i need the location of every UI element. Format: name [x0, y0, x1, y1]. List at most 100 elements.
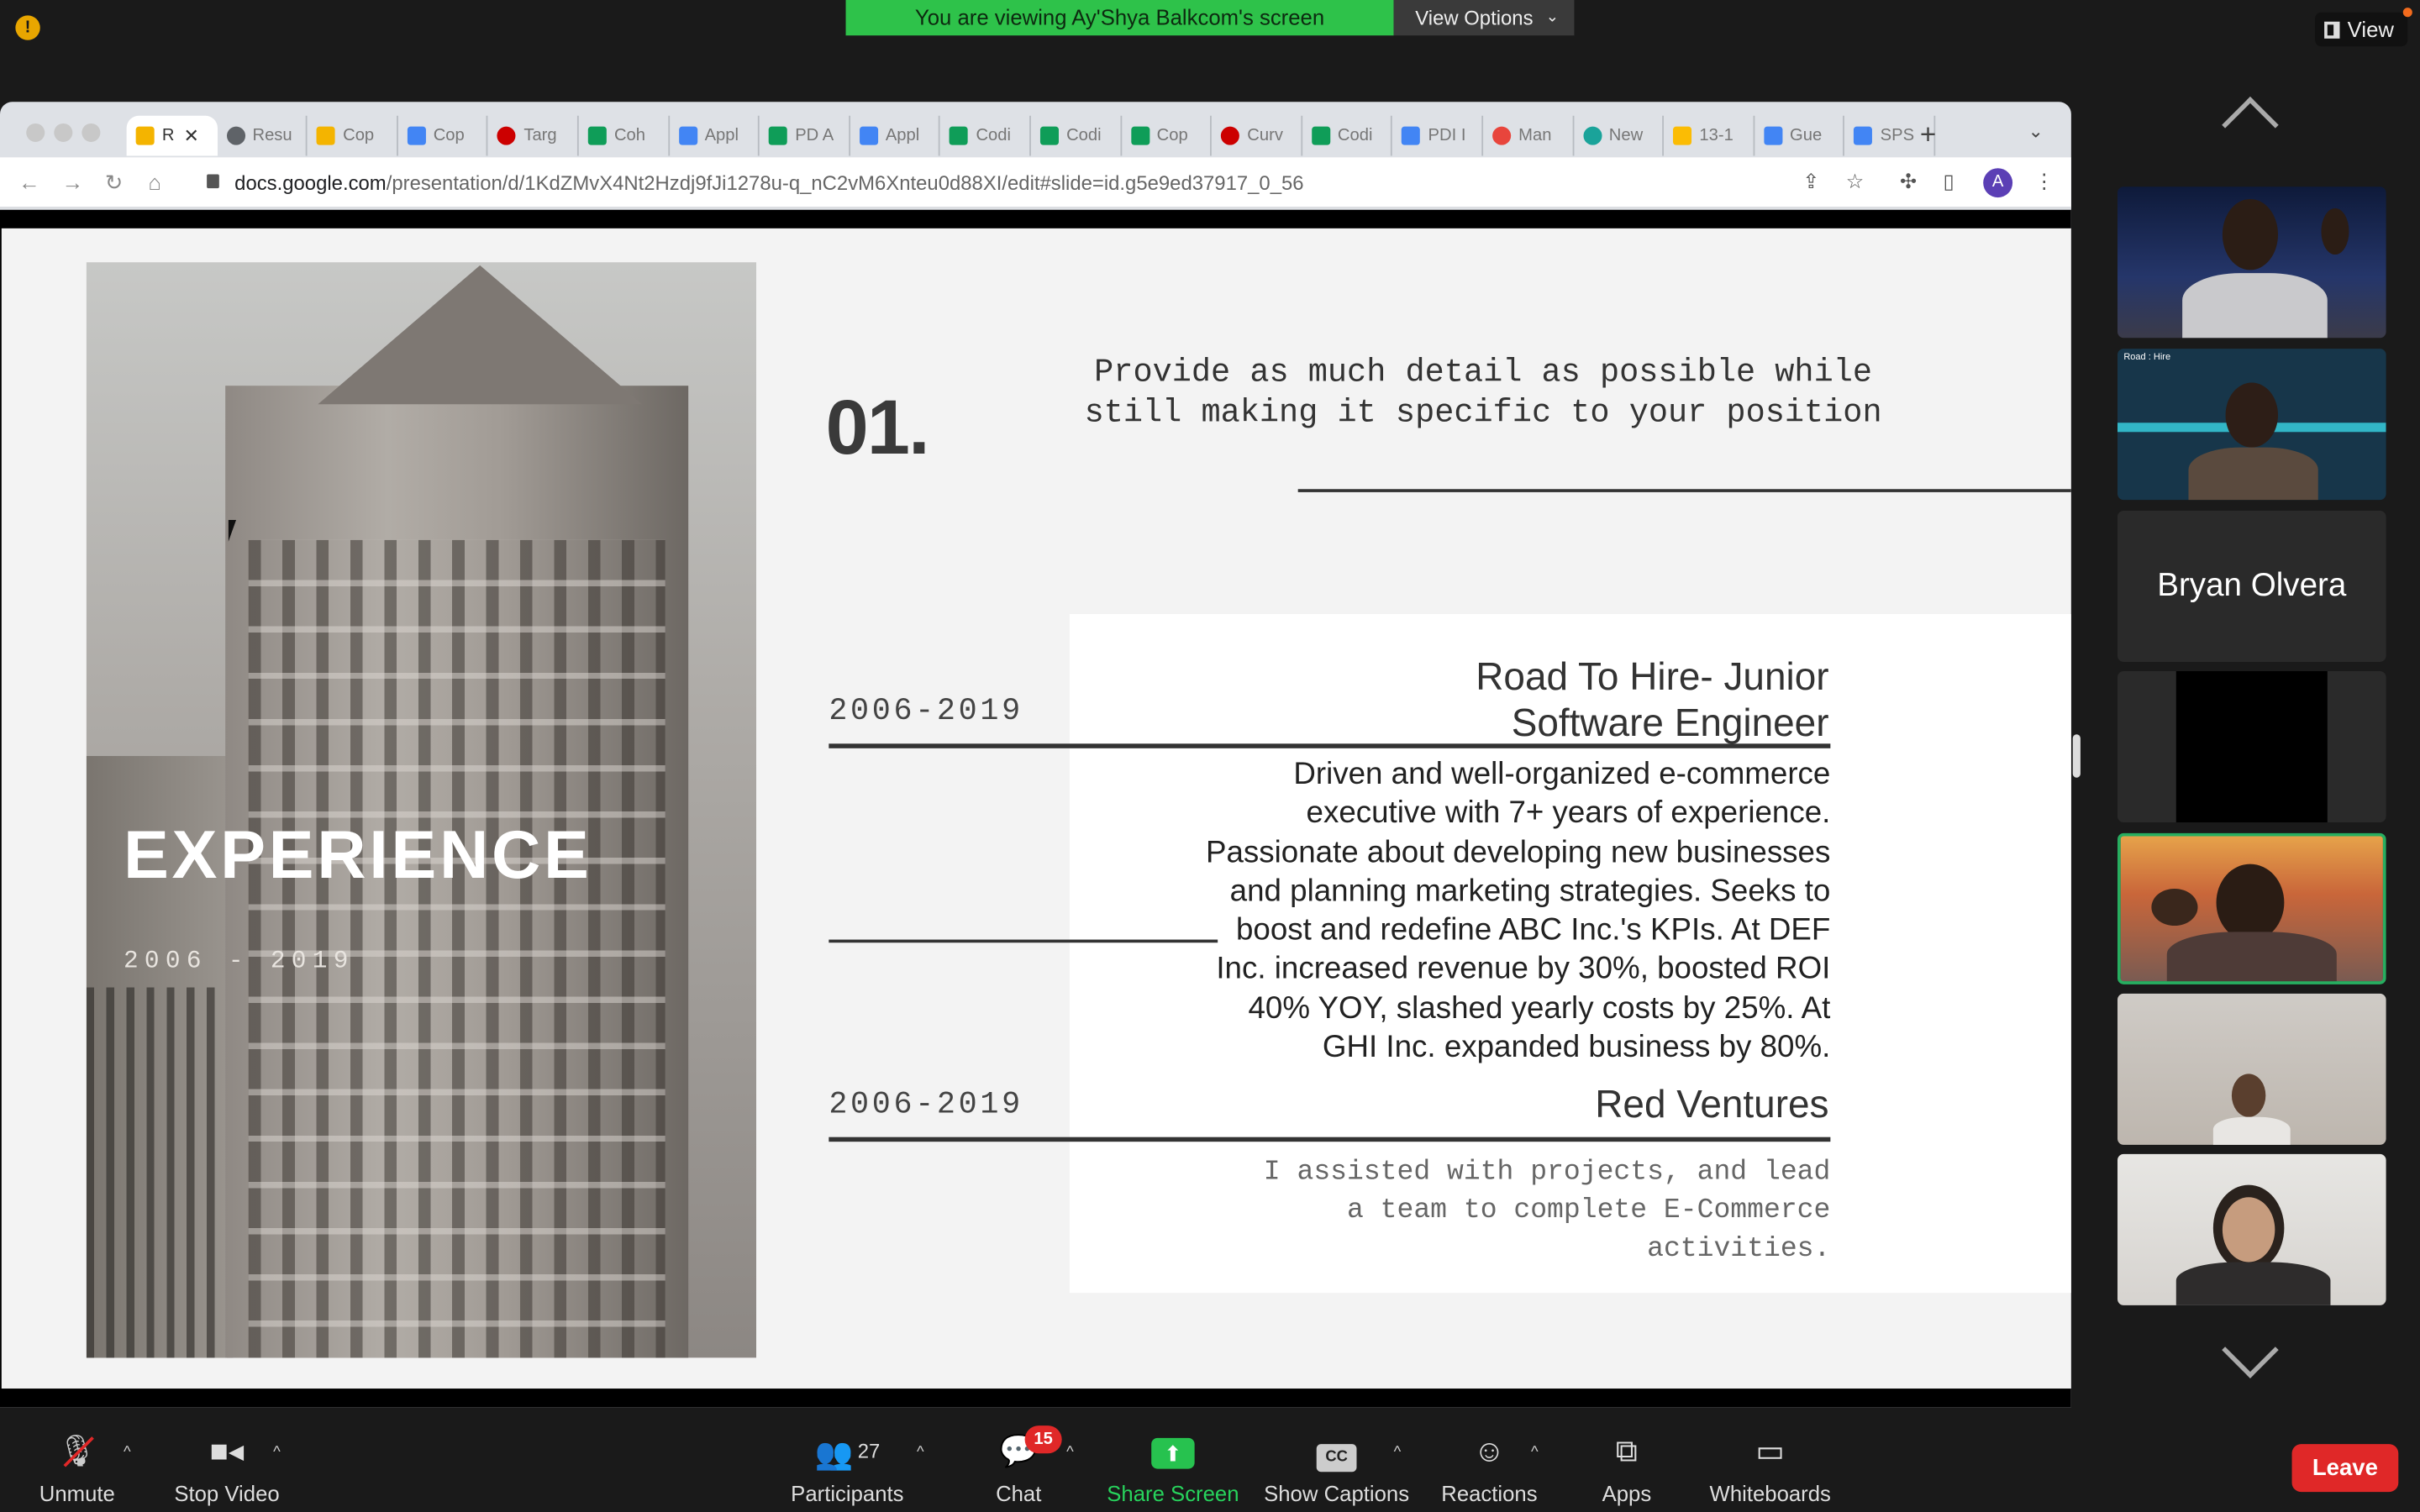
browser-menu-icon[interactable]: ⋮ [2034, 170, 2054, 194]
browser-tab[interactable]: New [1574, 115, 1665, 156]
browser-tab[interactable]: Appl [669, 115, 760, 156]
building-photo: EXPERIENCE 2006 - 2019 [86, 262, 756, 1358]
participant-name-tile[interactable]: Bryan Olvera [2117, 510, 2386, 662]
left-building-columns [86, 987, 234, 1358]
whiteboards-button[interactable]: ▭ Whiteboards [1704, 1431, 1837, 1505]
split-handle[interactable] [2072, 734, 2081, 778]
close-tab-icon[interactable]: ✕ [183, 125, 198, 147]
sheets-green-icon [1130, 126, 1150, 145]
lock-icon [207, 174, 219, 189]
tab-label: Coh [613, 126, 646, 145]
browser-tab[interactable]: Appl [850, 115, 941, 156]
participants-options-caret-icon[interactable]: ^ [917, 1444, 924, 1461]
slide: EXPERIENCE 2006 - 2019 01. Provide as mu… [1, 228, 2071, 1389]
leave-meeting-button[interactable]: Leave [2291, 1444, 2399, 1493]
shared-browser-window: R ✕ Resu Cop Cop Targ Coh Appl PD A Appl Codi Codi C… [0, 102, 2071, 1408]
view-options-button[interactable]: View Options ⌄ [1393, 0, 1575, 36]
browser-tab[interactable]: Curv [1212, 115, 1302, 156]
extensions-puzzle-icon[interactable]: ✣ [1900, 170, 1917, 194]
chevron-down-icon: ⌄ [1545, 9, 1560, 27]
home-icon[interactable]: ⌂ [148, 170, 161, 194]
browser-tab[interactable]: Resu [217, 115, 308, 156]
tab-label: Cop [433, 126, 465, 145]
security-shield-icon[interactable]: ! [15, 15, 40, 40]
apps-icon: ⧉ [1615, 1435, 1639, 1469]
browser-tab[interactable]: R ✕ [126, 115, 218, 156]
browser-tab[interactable]: Codi [1302, 115, 1393, 156]
browser-tab[interactable]: Man [1483, 115, 1574, 156]
tab-label: Targ [523, 126, 557, 145]
browser-tab[interactable]: Gue [1754, 115, 1845, 156]
profile-avatar[interactable]: A [1983, 168, 2013, 198]
url-path: /presentation/d/1KdZMvX4Nt2Hzdj9fJi1278u… [386, 171, 1304, 195]
stop-video-button[interactable]: ■◂ Stop Video [166, 1431, 287, 1505]
browser-tab[interactable]: PDI I [1392, 115, 1483, 156]
browser-tab[interactable]: Cop [397, 115, 489, 156]
browser-tab[interactable]: Cop [1121, 115, 1213, 156]
scroll-up-chevron-icon[interactable] [2217, 96, 2286, 154]
participants-button[interactable]: 👥 27 Participants [784, 1431, 911, 1506]
participant-video-tile[interactable]: Road : Hire [2117, 349, 2386, 501]
address-bar[interactable]: docs.google.com/presentation/d/1KdZMvX4N… [234, 171, 1303, 195]
participant-face [2231, 1074, 2266, 1117]
whiteboard-icon: ▭ [1755, 1435, 1786, 1469]
video-options-caret-icon[interactable]: ^ [273, 1444, 281, 1461]
tab-label: Gue [1790, 126, 1823, 145]
new-tab-icon[interactable]: + [1920, 118, 1936, 151]
reactions-options-caret-icon[interactable]: ^ [1531, 1444, 1539, 1461]
divider-line [1297, 489, 2071, 492]
show-captions-button[interactable]: CC Show Captions [1260, 1431, 1414, 1506]
reload-icon[interactable]: ↻ [105, 170, 124, 196]
unmute-button[interactable]: 🎙 Unmute [24, 1431, 129, 1505]
scroll-down-chevron-icon[interactable] [2217, 1321, 2286, 1378]
participant-shirt [2188, 447, 2318, 501]
entry2-year: 2006-2019 [829, 1087, 1023, 1124]
participant-video-tile[interactable] [2117, 1153, 2386, 1305]
browser-tab[interactable]: Targ [488, 115, 579, 156]
description-line: I assisted with projects, and lead [1263, 1157, 1831, 1189]
description-line: activities. [1647, 1234, 1831, 1266]
bookmark-star-icon[interactable]: ☆ [1846, 170, 1864, 194]
tab-search-chevron-icon[interactable]: ⌄ [2028, 120, 2043, 142]
star-red-icon [1491, 126, 1511, 145]
side-panel-icon[interactable]: ▯ [1943, 170, 1954, 194]
participant-shirt [2182, 273, 2328, 339]
participant-hand [2321, 207, 2349, 255]
back-icon[interactable]: ← [18, 170, 40, 194]
chat-options-caret-icon[interactable]: ^ [1066, 1444, 1074, 1461]
target-red-icon [497, 126, 517, 145]
browser-tab[interactable]: PD A [760, 115, 850, 156]
browser-tab[interactable]: Coh [579, 115, 670, 156]
docs-blue-icon [859, 126, 878, 145]
browser-tab[interactable]: Cop [308, 115, 398, 156]
entry1-title: Road To Hire- Junior Software Engineer [1476, 654, 1828, 747]
audio-options-caret-icon[interactable]: ^ [124, 1444, 131, 1461]
browser-tab[interactable]: 13-1 [1664, 115, 1754, 156]
active-speaker-tile[interactable] [2117, 832, 2386, 984]
reactions-button[interactable]: ☺ Reactions [1435, 1431, 1544, 1505]
browser-tab[interactable]: Codi [1031, 115, 1122, 156]
participant-video-tile[interactable] [2117, 186, 2386, 339]
share-screen-button[interactable]: ⬆ Share Screen [1102, 1431, 1244, 1506]
captions-options-caret-icon[interactable]: ^ [1394, 1444, 1402, 1461]
notification-dot [2402, 8, 2412, 18]
apps-button[interactable]: ⧉ Apps [1590, 1431, 1664, 1505]
share-icon[interactable]: ⇪ [1802, 170, 1819, 194]
circle-teal-icon [1582, 126, 1602, 145]
tab-label: SPS [1880, 126, 1915, 145]
intro-text: Provide as much detail as possible while… [989, 354, 1977, 435]
forward-icon[interactable]: → [61, 170, 83, 194]
participant-video-tile[interactable] [2117, 670, 2386, 822]
sheets-green-icon [587, 126, 607, 145]
view-layout-button[interactable]: View [2315, 12, 2408, 47]
show-captions-label: Show Captions [1264, 1481, 1410, 1506]
participant-face [2225, 382, 2279, 448]
browser-tab[interactable]: Codi [940, 115, 1031, 156]
url-host: docs.google.com [234, 171, 387, 195]
tab-label: PD A [795, 126, 834, 145]
view-label: View [2347, 17, 2394, 42]
participant-video-tile[interactable] [2117, 993, 2386, 1145]
slides-yellow-icon [316, 126, 335, 145]
entry-divider [829, 939, 1218, 943]
docs-blue-icon [678, 126, 697, 145]
